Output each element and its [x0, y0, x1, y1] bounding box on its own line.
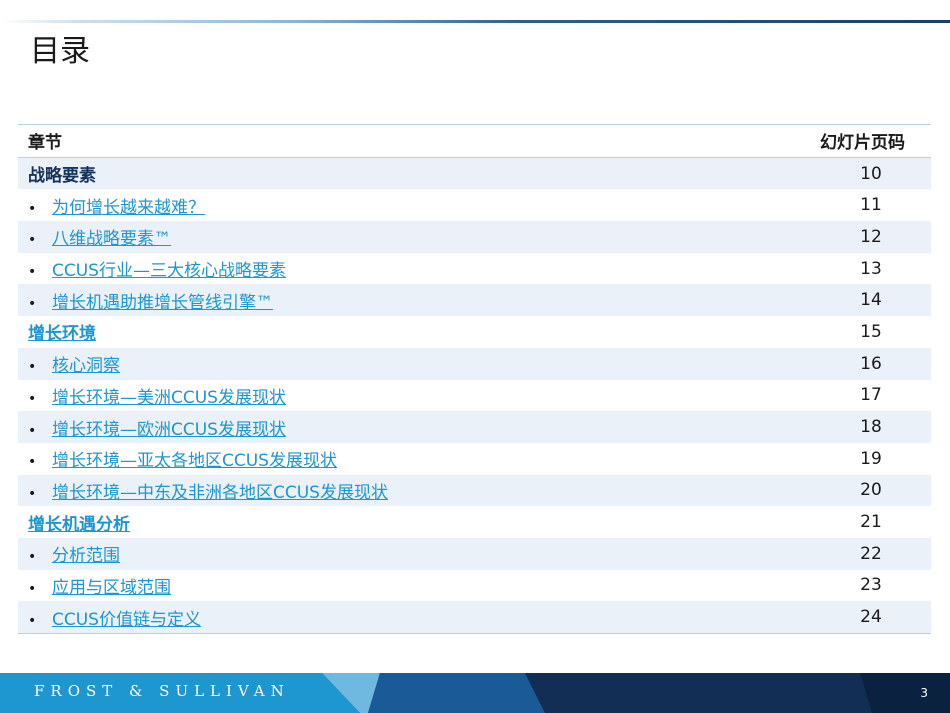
- toc-page-number: 20: [860, 480, 882, 501]
- toc-entry: • CCUS行业—三大核心战略要素: [18, 253, 771, 285]
- toc-entry: • 增长环境—欧洲CCUS发展现状: [18, 411, 771, 443]
- toc-item-row: • 核心洞察 16: [18, 347, 931, 380]
- toc-section-row: 增长机遇分析 21: [18, 506, 931, 538]
- bullet-icon: •: [28, 232, 37, 249]
- toc-entry: • 增长环境—亚太各地区CCUS发展现状: [18, 443, 771, 475]
- toc-item-row: • 八维战略要素™ 12: [18, 221, 931, 253]
- toc-item-row: • 应用与区域范围 23: [18, 569, 931, 602]
- toc-item-row: • CCUS行业—三大核心战略要素 13: [18, 252, 931, 285]
- bullet-icon: •: [28, 295, 37, 312]
- toc-item-link[interactable]: 增长环境—美洲CCUS发展现状: [52, 388, 286, 408]
- toc-entry: • 八维战略要素™: [18, 221, 771, 253]
- toc-item-row: • 增长机遇助推增长管线引擎™ 14: [18, 284, 931, 317]
- toc-item-row: • 增长环境—中东及非洲各地区CCUS发展现状 20: [18, 474, 931, 507]
- toc-section-row: 战略要素 10: [18, 157, 931, 190]
- toc-item-link[interactable]: CCUS行业—三大核心战略要素: [52, 261, 286, 281]
- toc-entry: • 为何增长越来越难？: [18, 189, 771, 221]
- page-title: 目录: [30, 34, 90, 69]
- toc-page-number: 24: [860, 607, 882, 628]
- toc-item-link[interactable]: 八维战略要素™: [52, 229, 171, 249]
- table-of-contents: 章节 幻灯片页码 战略要素 10 • 为何增长越来越难？ 11 • 八维战略要素™ 12 • CC…: [18, 124, 931, 634]
- bullet-icon: •: [28, 264, 37, 281]
- toc-entry: • 增长环境—中东及非洲各地区CCUS发展现状: [18, 475, 771, 507]
- toc-item-row: • CCUS价值链与定义 24: [18, 601, 931, 634]
- toc-item-link[interactable]: CCUS价值链与定义: [52, 610, 201, 630]
- bullet-icon: •: [28, 200, 37, 217]
- toc-page-number: 18: [860, 417, 882, 438]
- toc-item-link[interactable]: 增长环境—欧洲CCUS发展现状: [52, 420, 286, 440]
- toc-item-link[interactable]: 为何增长越来越难？: [52, 198, 205, 218]
- bullet-icon: •: [28, 549, 37, 566]
- toc-rows: 战略要素 10 • 为何增长越来越难？ 11 • 八维战略要素™ 12 • CCUS行业—三大核心…: [18, 157, 931, 634]
- toc-item-link[interactable]: 增长环境—中东及非洲各地区CCUS发展现状: [52, 483, 388, 503]
- toc-section-title[interactable]: 增长环境: [28, 324, 96, 344]
- toc-item-link[interactable]: 应用与区域范围: [52, 578, 171, 598]
- toc-item-link[interactable]: 增长机遇助推增长管线引擎™: [52, 293, 273, 313]
- toc-item-row: • 增长环境—亚太各地区CCUS发展现状 19: [18, 442, 931, 475]
- header-page: 幻灯片页码: [820, 133, 905, 154]
- toc-item-link[interactable]: 增长环境—亚太各地区CCUS发展现状: [52, 451, 337, 471]
- toc-entry: • 增长机遇助推增长管线引擎™: [18, 284, 771, 316]
- toc-page-number: 12: [860, 226, 882, 247]
- toc-entry: 战略要素: [18, 157, 771, 189]
- toc-entry: • CCUS价值链与定义: [18, 601, 771, 633]
- toc-page-number: 19: [860, 448, 882, 469]
- toc-page-number: 10: [860, 163, 882, 184]
- toc-item-link[interactable]: 分析范围: [52, 546, 120, 566]
- bullet-icon: •: [28, 612, 37, 629]
- toc-entry: • 分析范围: [18, 538, 771, 570]
- frost-sullivan-logo-text: FROST & SULLIVAN: [34, 682, 290, 700]
- toc-section-row: 增长环境 15: [18, 316, 931, 348]
- toc-entry: 增长环境: [18, 316, 771, 348]
- toc-page-number: 15: [860, 321, 882, 342]
- bullet-icon: •: [28, 422, 37, 439]
- toc-section-title[interactable]: 增长机遇分析: [28, 515, 130, 535]
- toc-item-row: • 增长环境—美洲CCUS发展现状 17: [18, 379, 931, 412]
- toc-page-number: 21: [860, 512, 882, 533]
- bullet-icon: •: [28, 390, 37, 407]
- toc-entry: • 核心洞察: [18, 348, 771, 380]
- toc-page-number: 13: [860, 258, 882, 279]
- table-header-row: 章节 幻灯片页码: [18, 124, 931, 158]
- toc-page-number: 14: [860, 290, 882, 311]
- slide-page-number: 3: [920, 686, 928, 700]
- toc-page-number: 16: [860, 353, 882, 374]
- toc-item-row: • 增长环境—欧洲CCUS发展现状 18: [18, 411, 931, 443]
- footer-bar: FROST & SULLIVAN 3: [0, 673, 950, 713]
- toc-item-link[interactable]: 核心洞察: [52, 356, 120, 376]
- toc-entry: • 应用与区域范围: [18, 570, 771, 602]
- bullet-icon: •: [28, 454, 37, 471]
- toc-item-row: • 分析范围 22: [18, 537, 931, 570]
- header-section: 章节: [28, 133, 62, 154]
- toc-page-number: 17: [860, 385, 882, 406]
- top-divider-line: [0, 20, 950, 23]
- bullet-icon: •: [28, 485, 37, 502]
- toc-page-number: 11: [860, 195, 882, 216]
- toc-section-title: 战略要素: [28, 166, 96, 187]
- toc-item-row: • 为何增长越来越难？ 11: [18, 189, 931, 222]
- toc-entry: • 增长环境—美洲CCUS发展现状: [18, 380, 771, 412]
- toc-page-number: 22: [860, 543, 882, 564]
- bullet-icon: •: [28, 580, 37, 597]
- bullet-icon: •: [28, 359, 37, 376]
- toc-page-number: 23: [860, 575, 882, 596]
- toc-entry: 增长机遇分析: [18, 506, 771, 538]
